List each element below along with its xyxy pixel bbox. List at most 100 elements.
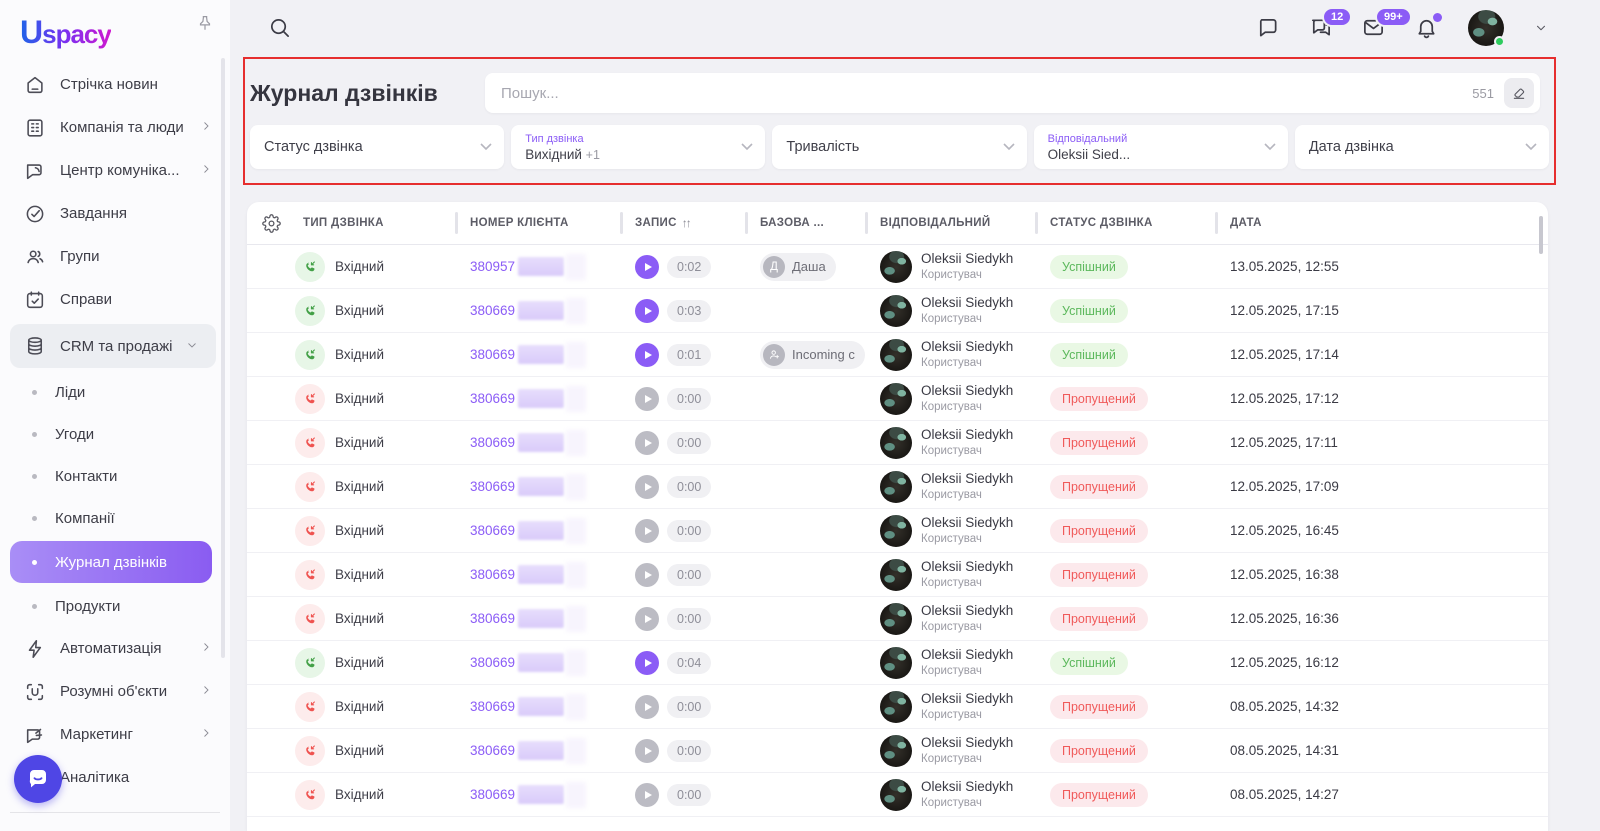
sidebar-subitem-1[interactable]: Угоди xyxy=(0,413,230,455)
table-row-3[interactable]: Вхідний 380669 0:00 Oleksii Siedykh Корис… xyxy=(247,377,1548,421)
column-header-0[interactable]: ТИП ДЗВІНКА xyxy=(295,202,455,244)
sidebar-item-2[interactable]: Центр комуніка... xyxy=(0,149,230,192)
client-number-link[interactable]: 380669 xyxy=(470,743,515,758)
chevron-right-icon xyxy=(200,640,212,657)
table-row-9[interactable]: Вхідний 380669 0:04 Oleksii Siedykh Корис… xyxy=(247,641,1548,685)
redaction-blur xyxy=(566,473,587,500)
sort-ascending-icon: ↑↑ xyxy=(681,216,692,230)
play-record-button[interactable] xyxy=(635,562,659,587)
table-row-5[interactable]: Вхідний 380669 0:00 Oleksii Siedykh Корис… xyxy=(247,465,1548,509)
client-number-link[interactable]: 380669 xyxy=(470,655,515,670)
sidebar-item-7[interactable]: Автоматизація xyxy=(0,627,230,670)
client-number-link[interactable]: 380957 xyxy=(470,259,515,274)
play-record-button[interactable] xyxy=(635,342,659,367)
play-record-button[interactable] xyxy=(635,518,659,543)
search-input[interactable] xyxy=(501,84,1473,102)
client-number-link[interactable]: 380669 xyxy=(470,699,515,714)
table-row-10[interactable]: Вхідний 380669 0:00 Oleksii Siedykh Корис… xyxy=(247,685,1548,729)
table-row-7[interactable]: Вхідний 380669 0:00 Oleksii Siedykh Корис… xyxy=(247,553,1548,597)
table-scrollbar[interactable] xyxy=(1539,216,1543,254)
sidebar-subitem-3[interactable]: Компанії xyxy=(0,497,230,539)
redaction-blur xyxy=(566,781,587,808)
call-date: 12.05.2025, 17:09 xyxy=(1230,479,1339,494)
client-number-link[interactable]: 380669 xyxy=(470,567,515,582)
play-record-button[interactable] xyxy=(635,606,659,631)
column-header-1[interactable]: НОМЕР КЛІЄНТА xyxy=(455,202,620,244)
filter-value: Oleksii Sied... xyxy=(1047,146,1131,162)
table-row-12[interactable]: Вхідний 380669 0:00 Oleksii Siedykh Корис… xyxy=(247,773,1548,817)
sidebar-subitem-2[interactable]: Контакти xyxy=(0,455,230,497)
sidebar-item-1[interactable]: Компанія та люди xyxy=(0,106,230,149)
table-settings-gear-icon[interactable] xyxy=(247,213,295,233)
sidebar-item-3[interactable]: Завдання xyxy=(0,192,230,235)
duration-chip: 0:01 xyxy=(667,343,712,366)
base-contact-chip[interactable]: Д Даша xyxy=(760,252,836,281)
pin-sidebar-icon[interactable] xyxy=(196,14,214,37)
column-header-3[interactable]: БАЗОВА ... xyxy=(745,202,865,244)
sidebar-item-9[interactable]: Маркетинг xyxy=(0,713,230,756)
filter-0[interactable]: Статус дзвінка xyxy=(250,125,505,169)
sidebar-item-0[interactable]: Стрічка новин xyxy=(0,63,230,106)
filter-4[interactable]: Дата дзвінка xyxy=(1294,125,1550,169)
client-number-link[interactable]: 380669 xyxy=(470,611,515,626)
play-record-button[interactable] xyxy=(635,298,659,323)
mail-icon[interactable]: 99+ xyxy=(1362,7,1412,39)
filter-3[interactable]: Відповідальний Oleksii Sied... xyxy=(1033,125,1288,169)
duration-chip: 0:00 xyxy=(667,695,712,718)
play-record-button[interactable] xyxy=(635,430,659,455)
redaction-blur xyxy=(566,429,587,456)
client-number-link[interactable]: 380669 xyxy=(470,787,515,802)
play-record-button[interactable] xyxy=(635,738,659,763)
sidebar-item-5[interactable]: Справи xyxy=(0,278,230,321)
client-number-link[interactable]: 380669 xyxy=(470,435,515,450)
filter-1[interactable]: Тип дзвінка Вихідний +1 xyxy=(511,125,766,169)
global-search-icon[interactable] xyxy=(268,16,291,39)
sidebar-subitem-0[interactable]: Ліди xyxy=(0,371,230,413)
base-lead-chip[interactable]: Incoming call 3 xyxy=(760,340,865,369)
table-row-8[interactable]: Вхідний 380669 0:00 Oleksii Siedykh Корис… xyxy=(247,597,1548,641)
comment-icon[interactable] xyxy=(1256,16,1279,39)
status-badge: Пропущений xyxy=(1050,386,1148,411)
table-row-4[interactable]: Вхідний 380669 0:00 Oleksii Siedykh Корис… xyxy=(247,421,1548,465)
column-header-4[interactable]: ВІДПОВІДАЛЬНИЙ xyxy=(865,202,1035,244)
call-type: Вхідний xyxy=(335,479,385,494)
profile-chevron-down-icon[interactable] xyxy=(1534,21,1548,35)
duration-chip: 0:02 xyxy=(667,255,712,278)
play-record-button[interactable] xyxy=(635,650,659,675)
column-header-5[interactable]: СТАТУС ДЗВІНКА xyxy=(1035,202,1215,244)
sidebar-item-4[interactable]: Групи xyxy=(0,235,230,278)
topbar: 12 99+ xyxy=(230,0,1600,55)
play-record-button[interactable] xyxy=(635,254,659,279)
sidebar-scrollbar[interactable] xyxy=(221,58,225,658)
table-row-2[interactable]: Вхідний 380669 0:01 Incoming call 3 Olek… xyxy=(247,333,1548,377)
notifications-bell-icon[interactable] xyxy=(1415,13,1442,39)
sidebar-subitem-5[interactable]: Продукти xyxy=(0,585,230,627)
play-record-button[interactable] xyxy=(635,694,659,719)
client-number-link[interactable]: 380669 xyxy=(470,303,515,318)
sidebar-subitem-label: Журнал дзвінків xyxy=(55,553,167,571)
play-record-button[interactable] xyxy=(635,782,659,807)
table-row-1[interactable]: Вхідний 380669 0:03 Oleksii Siedykh Корис… xyxy=(247,289,1548,333)
chat-widget-button[interactable] xyxy=(14,755,62,803)
user-avatar[interactable] xyxy=(1468,9,1505,47)
client-number-link[interactable]: 380669 xyxy=(470,391,515,406)
table-row-6[interactable]: Вхідний 380669 0:00 Oleksii Siedykh Корис… xyxy=(247,509,1548,553)
client-number-link[interactable]: 380669 xyxy=(470,523,515,538)
play-record-button[interactable] xyxy=(635,386,659,411)
table-row-11[interactable]: Вхідний 380669 0:00 Oleksii Siedykh Корис… xyxy=(247,729,1548,773)
table-row-0[interactable]: Вхідний 380957 0:02 Д Даша Oleksii Siedyk… xyxy=(247,245,1548,289)
play-record-button[interactable] xyxy=(635,474,659,499)
column-header-6[interactable]: ДАТА xyxy=(1215,202,1548,244)
sidebar-item-8[interactable]: Розумні об'єкти xyxy=(0,670,230,713)
column-header-2[interactable]: ЗАПИС ↑↑ xyxy=(620,202,745,244)
sidebar-subitem-4[interactable]: Журнал дзвінків xyxy=(10,541,212,583)
filter-2[interactable]: Тривалість xyxy=(772,125,1027,169)
messenger-icon[interactable]: 12 xyxy=(1309,7,1353,39)
responsible-avatar xyxy=(880,558,912,591)
call-log-table: ТИП ДЗВІНКА НОМЕР КЛІЄНТА ЗАПИС ↑↑ БАЗОВ… xyxy=(247,202,1548,831)
client-number-link[interactable]: 380669 xyxy=(470,347,515,362)
sidebar-item-6[interactable]: CRM та продажі xyxy=(10,324,216,368)
responsible-role: Користувач xyxy=(921,488,982,501)
client-number-link[interactable]: 380669 xyxy=(470,479,515,494)
clear-filters-button[interactable] xyxy=(1504,78,1534,108)
